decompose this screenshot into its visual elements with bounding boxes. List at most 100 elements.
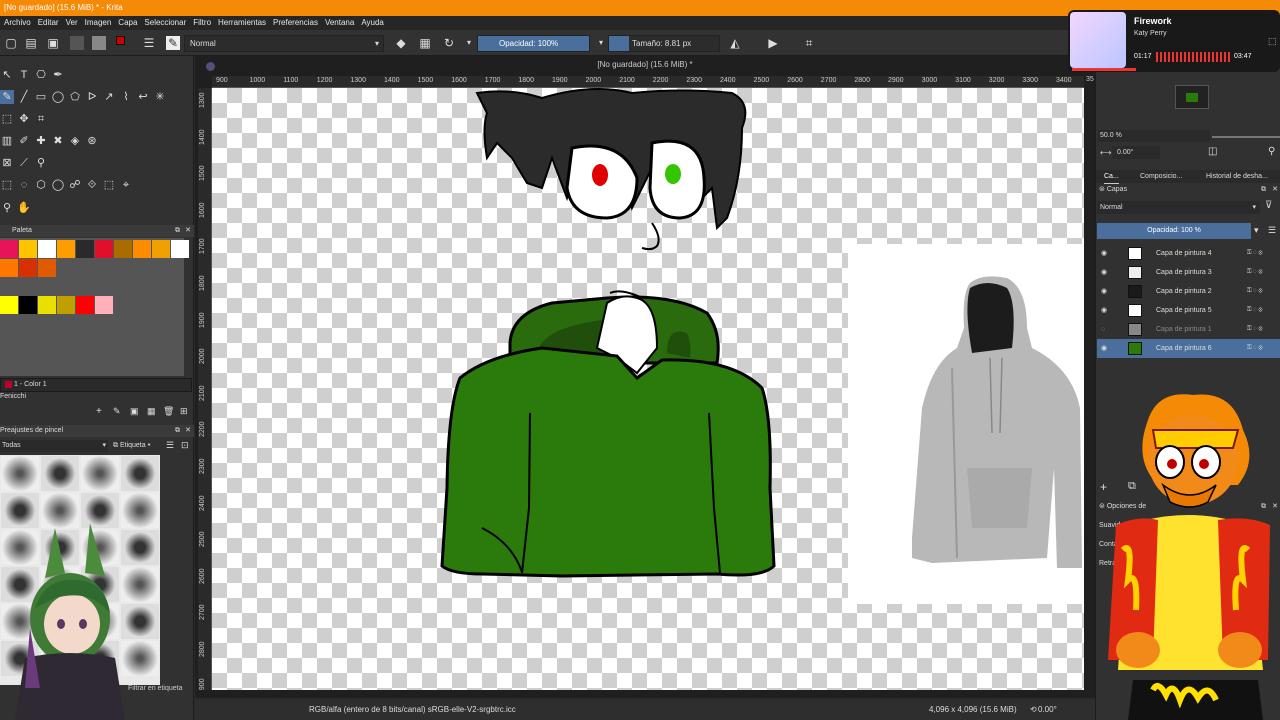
- eraser-icon[interactable]: ◆: [394, 36, 408, 50]
- multibrush-icon[interactable]: ✳: [153, 90, 167, 104]
- open-folder-icon[interactable]: ▤: [24, 36, 38, 50]
- color-swap-icon[interactable]: [116, 36, 130, 50]
- delete-icon[interactable]: 🗑: [163, 406, 174, 417]
- pattern-icon[interactable]: [70, 36, 84, 50]
- freehand-select-icon[interactable]: ◯: [51, 178, 65, 192]
- layer-menu-icon[interactable]: ☰: [1268, 225, 1276, 236]
- crop-tool-icon[interactable]: ⌗: [34, 112, 48, 126]
- float-icon[interactable]: ⧉: [1261, 184, 1266, 196]
- view-mode-icon[interactable]: ☰: [166, 440, 174, 451]
- ellipse-tool-icon[interactable]: ◯: [51, 90, 65, 104]
- edit-shapes-icon[interactable]: ⎔: [34, 68, 48, 82]
- tab-layers[interactable]: Ca...: [1104, 170, 1119, 184]
- freehand-brush-icon[interactable]: ✎: [0, 90, 14, 104]
- crop-icon[interactable]: ⌗: [802, 36, 816, 50]
- palette-swatch[interactable]: [19, 240, 37, 258]
- brush-preset-tile[interactable]: [1, 456, 39, 491]
- bezier-select-icon[interactable]: ⬚: [102, 178, 116, 192]
- menu-imagen[interactable]: Imagen: [85, 16, 112, 30]
- close-icon[interactable]: ✕: [1272, 184, 1278, 196]
- edit-color-icon[interactable]: ✎: [113, 406, 121, 417]
- freehand-path-icon[interactable]: ⌇: [119, 90, 133, 104]
- save-icon[interactable]: ▣: [46, 36, 60, 50]
- palette-swatch[interactable]: [76, 296, 94, 314]
- polygon-select-icon[interactable]: ⬡: [34, 178, 48, 192]
- layer-row[interactable]: ◉ Capa de pintura 5 ⚿ ◌ ⊗: [1097, 301, 1280, 320]
- eye-icon[interactable]: ○: [1101, 320, 1105, 339]
- assistant-tool-icon[interactable]: ⊛: [85, 134, 99, 148]
- palette-swatch[interactable]: [0, 296, 18, 314]
- pan-tool-icon[interactable]: ✋: [17, 201, 31, 215]
- transform-tool-icon[interactable]: ⬚: [0, 112, 14, 126]
- layer-row[interactable]: ○ Capa de pintura 1 ⚿ ◌ ⊗: [1097, 320, 1280, 339]
- palette-swatch[interactable]: [38, 259, 56, 277]
- brush-preset-tile[interactable]: [121, 567, 159, 602]
- alpha-lock-icon[interactable]: ▦: [418, 36, 432, 50]
- overview-thumbnail[interactable]: [1175, 85, 1209, 109]
- palette-swatch[interactable]: [19, 259, 37, 277]
- brush-settings-icon[interactable]: ⊡: [181, 440, 189, 451]
- menu-filtro[interactable]: Filtro: [193, 16, 211, 30]
- palette-swatch[interactable]: [95, 240, 113, 258]
- brush-tag-select[interactable]: Todas ▾: [0, 440, 108, 452]
- chevron-down-icon[interactable]: ▾: [594, 36, 608, 50]
- enclose-fill-icon[interactable]: ✖: [51, 134, 65, 148]
- tag-button[interactable]: ⧉ Etiqueta ▾: [113, 440, 151, 452]
- menu-herramientas[interactable]: Herramientas: [218, 16, 266, 30]
- text-tool-icon[interactable]: T: [17, 68, 31, 82]
- move-tool-icon[interactable]: ✥: [17, 112, 31, 126]
- zoom-tool-icon[interactable]: ⚲: [0, 201, 14, 215]
- pin-tool-icon[interactable]: ⚲: [34, 156, 48, 170]
- brush-preset-tile[interactable]: [81, 456, 119, 491]
- menu-archivo[interactable]: Archivo: [4, 16, 31, 30]
- layer-properties-icon[interactable]: ⚿ ◌ ⊗: [1247, 244, 1262, 263]
- rotation-arrows-icon[interactable]: ⟷: [1100, 148, 1111, 157]
- brush-settings-icon[interactable]: ☰: [142, 36, 156, 50]
- mirror-view-icon[interactable]: ◫: [1208, 146, 1217, 157]
- layer-properties-icon[interactable]: ⚿ ◌ ⊗: [1247, 301, 1262, 320]
- drawing-canvas[interactable]: [212, 88, 1084, 690]
- blend-mode-select[interactable]: Normal ▾: [184, 35, 384, 52]
- similar-select-icon[interactable]: ⟐: [85, 178, 99, 192]
- palette-swatch[interactable]: [76, 240, 94, 258]
- measure-tool-icon[interactable]: ⊠: [0, 156, 14, 170]
- mirror-horizontal-icon[interactable]: ◭: [728, 36, 742, 50]
- opacity-slider[interactable]: Opacidad: 100%: [477, 35, 590, 52]
- calligraphy-icon[interactable]: ✒: [51, 68, 65, 82]
- float-icon[interactable]: ⧉: [175, 225, 180, 237]
- eye-icon[interactable]: ◉: [1101, 263, 1107, 282]
- chevron-down-icon[interactable]: ▾: [1254, 225, 1259, 236]
- eye-icon[interactable]: ◉: [1101, 301, 1107, 320]
- rect-select-icon[interactable]: ⬚: [0, 178, 14, 192]
- menu-seleccionar[interactable]: Seleccionar: [144, 16, 186, 30]
- palette-swatch[interactable]: [19, 296, 37, 314]
- canvas-rotation-icon[interactable]: ⟲: [1030, 700, 1037, 720]
- eye-icon[interactable]: ◉: [1101, 244, 1107, 263]
- bezier-tool-icon[interactable]: ↗: [102, 90, 116, 104]
- eye-icon[interactable]: ◉: [1101, 282, 1107, 301]
- layer-properties-icon[interactable]: ⚿ ◌ ⊗: [1247, 320, 1262, 339]
- menu-ayuda[interactable]: Ayuda: [361, 16, 384, 30]
- palette-swatch[interactable]: [133, 240, 151, 258]
- palette-menu-icon[interactable]: ⊞: [180, 406, 188, 417]
- palette-swatch[interactable]: [0, 240, 18, 258]
- rectangle-tool-icon[interactable]: ▭: [34, 90, 48, 104]
- palette-swatch[interactable]: [38, 240, 56, 258]
- grid-view-icon[interactable]: ▦: [147, 406, 156, 417]
- reload-preset-icon[interactable]: ↻: [442, 36, 456, 50]
- brush-preset-tile[interactable]: [41, 456, 79, 491]
- select-shapes-icon[interactable]: ↖: [0, 68, 14, 82]
- palette-swatch[interactable]: [57, 240, 75, 258]
- dynamic-brush-icon[interactable]: ↩: [136, 90, 150, 104]
- palette-swatch[interactable]: [95, 296, 113, 314]
- colorpicker-tool-icon[interactable]: ✐: [17, 134, 31, 148]
- menu-editar[interactable]: Editar: [38, 16, 59, 30]
- mirror-vertical-icon[interactable]: ▶: [766, 36, 780, 50]
- brush-preset-icon[interactable]: ✎: [166, 36, 180, 50]
- polyline-tool-icon[interactable]: ᐅ: [85, 90, 99, 104]
- ellipse-select-icon[interactable]: ◌: [17, 178, 31, 192]
- layer-blend-select[interactable]: Normal ▾: [1097, 201, 1260, 214]
- palette-swatch[interactable]: [171, 240, 189, 258]
- magnetic-select-icon[interactable]: ⌖: [119, 178, 133, 192]
- close-icon[interactable]: ✕: [185, 225, 191, 237]
